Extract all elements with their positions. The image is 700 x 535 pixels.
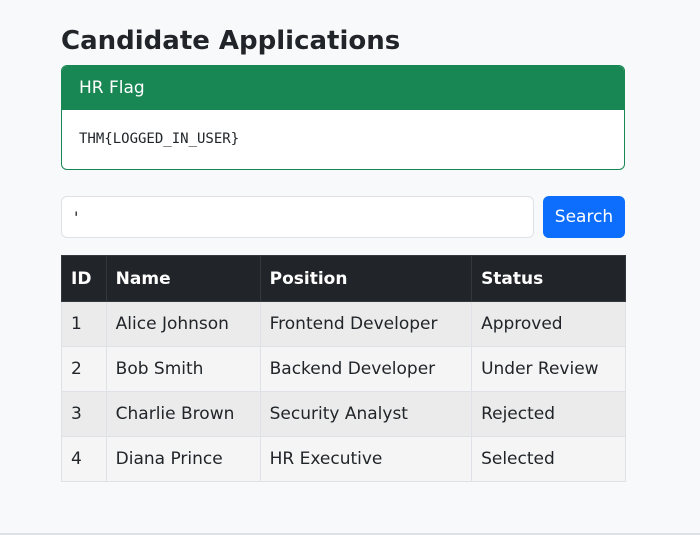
cell-id: 1 xyxy=(61,301,107,347)
table-row: 3 Charlie Brown Security Analyst Rejecte… xyxy=(61,391,626,437)
cell-status: Rejected xyxy=(471,391,626,437)
search-input[interactable] xyxy=(61,196,534,238)
cell-position: Security Analyst xyxy=(259,391,473,437)
table-header-row: ID Name Position Status xyxy=(61,255,626,302)
cell-position: Backend Developer xyxy=(259,346,473,392)
column-header-position: Position xyxy=(259,255,473,302)
page-title: Candidate Applications xyxy=(61,26,401,56)
cell-name: Diana Prince xyxy=(105,436,261,482)
table-row: 1 Alice Johnson Frontend Developer Appro… xyxy=(61,301,626,347)
table-row: 2 Bob Smith Backend Developer Under Revi… xyxy=(61,346,626,392)
cell-name: Alice Johnson xyxy=(105,301,261,347)
applications-table: ID Name Position Status 1 Alice Johnson … xyxy=(61,255,626,482)
cell-status: Approved xyxy=(471,301,626,347)
column-header-status: Status xyxy=(471,255,626,302)
flag-card: HR Flag THM{LOGGED_IN_USER} xyxy=(61,65,625,170)
cell-position: Frontend Developer xyxy=(259,301,473,347)
table-row: 4 Diana Prince HR Executive Selected xyxy=(61,436,626,482)
cell-position: HR Executive xyxy=(259,436,473,482)
cell-name: Charlie Brown xyxy=(105,391,261,437)
flag-value: THM{LOGGED_IN_USER} xyxy=(79,131,240,147)
flag-card-header: HR Flag xyxy=(62,66,624,110)
search-button[interactable]: Search xyxy=(543,196,625,238)
cell-id: 3 xyxy=(61,391,107,437)
column-header-id: ID xyxy=(61,255,107,302)
cell-name: Bob Smith xyxy=(105,346,261,392)
cell-status: Selected xyxy=(471,436,626,482)
cell-id: 2 xyxy=(61,346,107,392)
cell-id: 4 xyxy=(61,436,107,482)
column-header-name: Name xyxy=(105,255,261,302)
cell-status: Under Review xyxy=(471,346,626,392)
